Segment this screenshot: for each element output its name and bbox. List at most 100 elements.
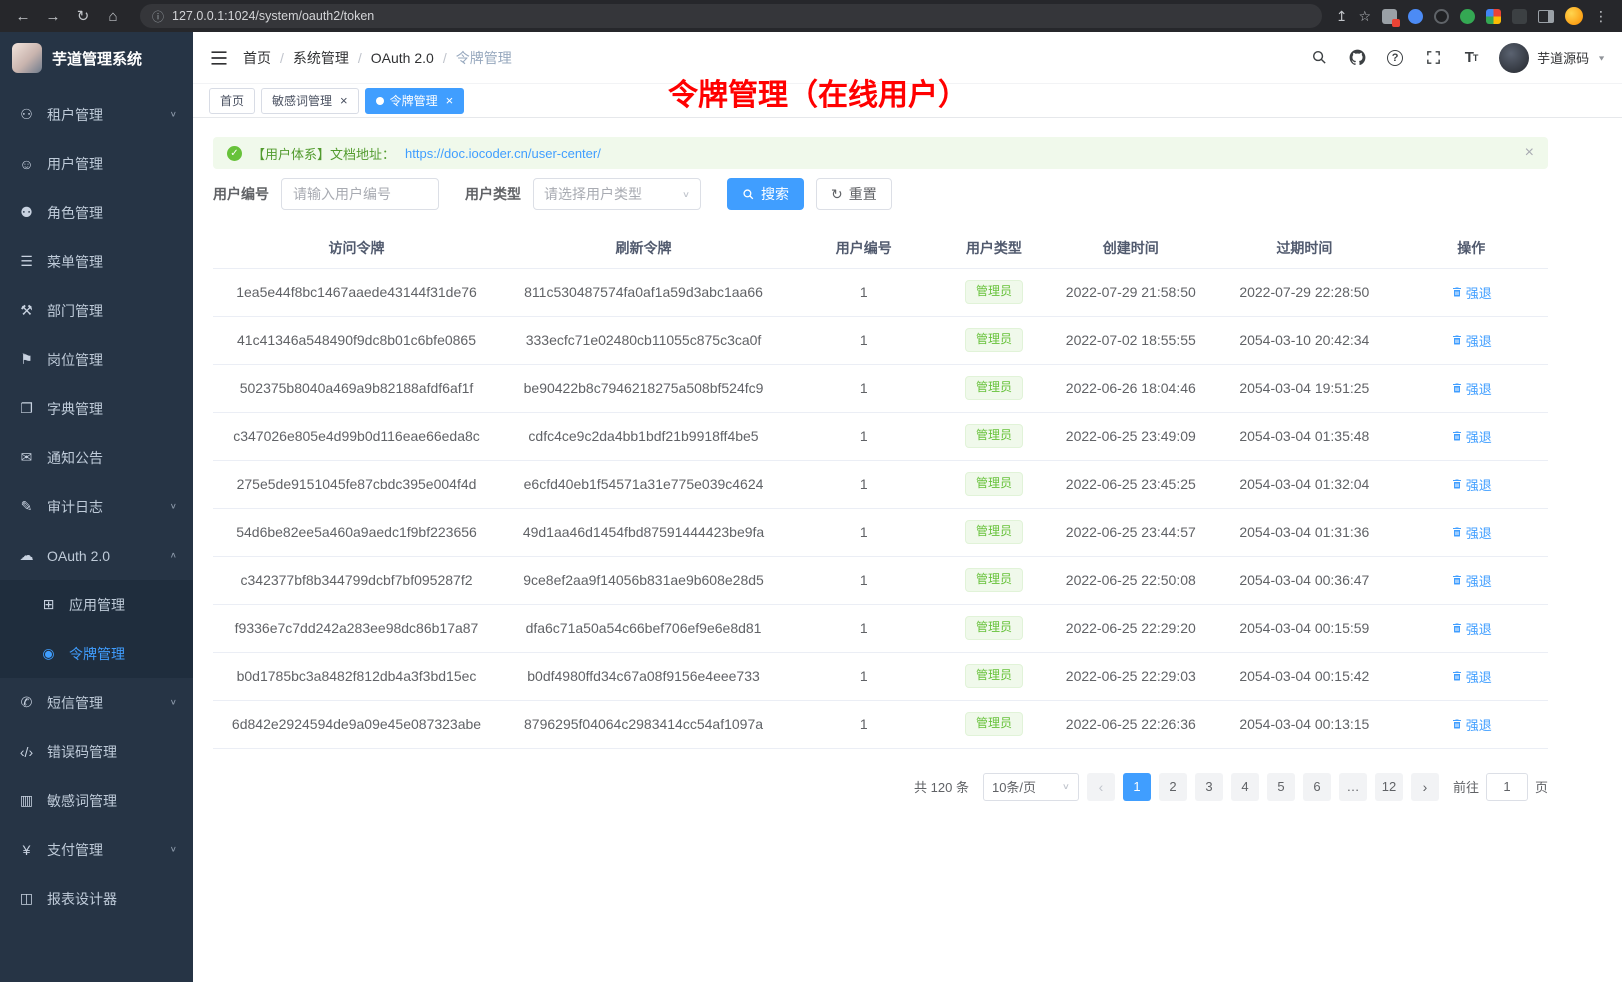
browser-menu-icon[interactable]: ⋮ [1594,8,1608,25]
delete-icon [1451,526,1463,538]
browser-forward-button[interactable]: → [40,3,66,29]
expire-time-cell: 2054-03-04 01:31:36 [1214,508,1394,556]
user-id-input[interactable] [281,178,439,210]
tab-home[interactable]: 首页 [209,88,255,114]
doc-link[interactable]: https://doc.iocoder.cn/user-center/ [405,146,601,161]
user-id-cell: 1 [787,508,941,556]
share-icon[interactable]: ↥ [1336,8,1348,25]
sidebar-item-pay[interactable]: ¥支付管理∨ [0,825,193,874]
pay-icon: ¥ [18,842,35,858]
delete-icon [1451,622,1463,634]
browser-home-button[interactable]: ⌂ [100,3,126,29]
fullscreen-icon[interactable] [1423,48,1443,68]
site-info-icon[interactable]: ⓘ [152,8,164,25]
force-logout-label: 强退 [1466,715,1492,734]
force-logout-button[interactable]: 强退 [1451,619,1492,638]
help-icon[interactable]: ? [1385,48,1405,68]
tab-close-icon[interactable]: × [340,94,348,107]
reset-button[interactable]: ↻ 重置 [816,178,892,210]
sidebar-item-error-code[interactable]: ‹/›错误码管理 [0,727,193,776]
user-menu[interactable]: 芋道源码 ▼ [1499,43,1606,73]
browser-profile-avatar[interactable] [1565,7,1583,25]
extensions-puzzle-icon[interactable] [1486,9,1501,24]
page-button-1[interactable]: 1 [1123,773,1151,801]
access-token-cell: 41c41346a548490f9dc8b01c6bfe0865 [213,316,500,364]
sidebar-item-label: 角色管理 [47,203,177,223]
page-size-value: 10条/页 [992,777,1036,796]
user-type-select[interactable]: 请选择用户类型 ∨ [533,178,701,210]
sidebar-item-sms[interactable]: ✆短信管理∨ [0,678,193,727]
sidebar-item-tenant[interactable]: ⚇租户管理∨ [0,90,193,139]
address-bar[interactable]: ⓘ 127.0.0.1:1024/system/oauth2/token [140,4,1322,28]
search-icon[interactable] [1309,48,1329,68]
page-button-4[interactable]: 4 [1231,773,1259,801]
delete-icon [1451,286,1463,298]
breadcrumb-item[interactable]: 首页 [243,48,271,68]
next-page-button[interactable]: › [1411,773,1439,801]
sidebar-item-dept[interactable]: ⚒部门管理 [0,286,193,335]
sidebar-item-oauth2-app[interactable]: ⊞应用管理 [0,580,193,629]
breadcrumb-item[interactable]: OAuth 2.0 [371,50,434,66]
tab-close-icon[interactable]: × [446,94,454,107]
page-button-2[interactable]: 2 [1159,773,1187,801]
sidebar-toggle-icon[interactable] [209,48,229,68]
sidebar-item-report-designer[interactable]: ◫报表设计器 [0,874,193,923]
create-time-cell: 2022-07-29 21:58:50 [1047,268,1214,316]
tab-token[interactable]: 令牌管理 × [365,88,465,114]
access-token-cell: 1ea5e44f8bc1467aaede43144f31de76 [213,268,500,316]
extension-dark2-icon[interactable] [1512,9,1527,24]
pagination-ellipsis[interactable]: … [1339,773,1367,801]
sidebar-item-role[interactable]: ⚉角色管理 [0,188,193,237]
page-button-6[interactable]: 6 [1303,773,1331,801]
extension-blue-icon[interactable] [1408,9,1423,24]
force-logout-button[interactable]: 强退 [1451,331,1492,350]
topbar: 首页/系统管理/OAuth 2.0/令牌管理 ? TT [193,32,1622,84]
page-button-5[interactable]: 5 [1267,773,1295,801]
force-logout-button[interactable]: 强退 [1451,667,1492,686]
side-panel-icon[interactable] [1538,10,1554,23]
delete-icon [1451,574,1463,586]
refresh-token-cell: 333ecfc71e02480cb11055c875c3ca0f [500,316,787,364]
goto-page-input[interactable] [1486,773,1528,801]
force-logout-button[interactable]: 强退 [1451,283,1492,302]
force-logout-button[interactable]: 强退 [1451,523,1492,542]
table-row: f9336e7c7dd242a283ee98dc86b17a87dfa6c71a… [213,604,1548,652]
extension-grid-icon[interactable] [1382,9,1397,24]
alert-close-icon[interactable]: × [1525,145,1534,161]
extension-dark-icon[interactable] [1434,9,1449,24]
chevron-down-icon: ∨ [170,698,177,707]
font-size-icon[interactable]: TT [1461,48,1481,68]
page-button-3[interactable]: 3 [1195,773,1223,801]
browser-back-button[interactable]: ← [10,3,36,29]
force-logout-button[interactable]: 强退 [1451,379,1492,398]
page-button-12[interactable]: 12 [1375,773,1403,801]
sidebar-item-label: 租户管理 [47,105,158,125]
sidebar-item-oauth2[interactable]: ☁OAuth 2.0∧ [0,531,193,580]
force-logout-button[interactable]: 强退 [1451,715,1492,734]
browser-reload-button[interactable]: ↻ [70,3,96,29]
sidebar-item-label: 短信管理 [47,693,158,713]
tab-sensitive-word[interactable]: 敏感词管理× [261,88,359,114]
breadcrumb-item[interactable]: 系统管理 [293,48,349,68]
force-logout-button[interactable]: 强退 [1451,571,1492,590]
delete-icon [1451,382,1463,394]
force-logout-button[interactable]: 强退 [1451,427,1492,446]
tab-label: 令牌管理 [390,92,438,109]
sidebar-item-audit-log[interactable]: ✎审计日志∨ [0,482,193,531]
sidebar-item-notice[interactable]: ✉通知公告 [0,433,193,482]
search-button[interactable]: 搜索 [727,178,804,210]
page-size-select[interactable]: 10条/页 ∨ [983,773,1079,801]
force-logout-button[interactable]: 强退 [1451,475,1492,494]
sidebar-item-menu[interactable]: ☰菜单管理 [0,237,193,286]
sidebar-item-dict[interactable]: ❐字典管理 [0,384,193,433]
sidebar-item-user[interactable]: ☺用户管理 [0,139,193,188]
action-cell: 强退 [1394,652,1548,700]
sidebar-item-sensitive-word[interactable]: ▥敏感词管理 [0,776,193,825]
sidebar-item-post[interactable]: ⚑岗位管理 [0,335,193,384]
sidebar-item-oauth2-token[interactable]: ◉令牌管理 [0,629,193,678]
extension-green-icon[interactable] [1460,9,1475,24]
github-icon[interactable] [1347,48,1367,68]
column-header: 刷新令牌 [500,228,787,268]
bookmark-star-icon[interactable]: ☆ [1358,8,1371,25]
prev-page-button[interactable]: ‹ [1087,773,1115,801]
